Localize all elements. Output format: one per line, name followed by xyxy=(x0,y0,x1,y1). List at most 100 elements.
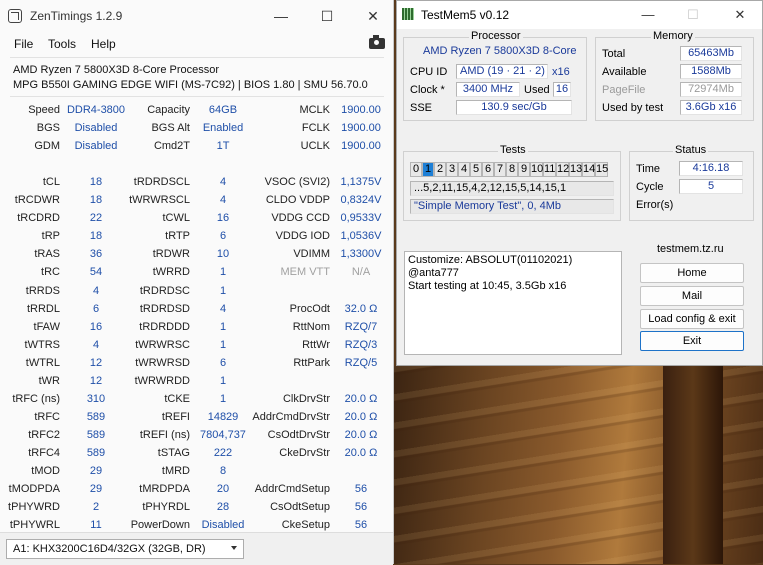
exit-button[interactable]: Exit xyxy=(640,331,744,351)
test-cell: 7 xyxy=(494,162,506,177)
test-cell: 1 xyxy=(422,162,434,177)
timing-value: N/A xyxy=(351,266,371,278)
time-field: 4:16.18 xyxy=(679,161,743,176)
timing-value: 12 xyxy=(89,357,103,369)
timing-label: tWTRS xyxy=(24,339,60,351)
timing-value: RZQ/5 xyxy=(344,357,378,369)
status-heading: Status xyxy=(673,144,709,156)
timing-value: RZQ/7 xyxy=(344,321,378,333)
timing-label: AddrCmdDrvStr xyxy=(252,411,330,423)
zentimings-title: ZenTimings 1.2.9 xyxy=(30,9,123,23)
timing-label: AddrCmdSetup xyxy=(254,483,330,495)
divider xyxy=(10,57,384,58)
load-config-button[interactable]: Load config & exit xyxy=(640,309,744,329)
close-button[interactable]: ✕ xyxy=(362,6,384,26)
test-cell: 9 xyxy=(518,162,530,177)
menu-help[interactable]: Help xyxy=(91,37,116,51)
timing-value: 4 xyxy=(219,176,227,188)
timing-value: 28 xyxy=(216,501,230,513)
testmem-window: TestMem5 v0.12 — ☐ ✕ Processor AMD Ryzen… xyxy=(396,0,763,366)
timing-value: 56 xyxy=(354,483,368,495)
timing-label: PowerDown xyxy=(130,519,190,531)
timing-value: 20.0 Ω xyxy=(344,411,378,423)
timing-value: 20.0 Ω xyxy=(344,447,378,459)
timing-label: tWRWRSD xyxy=(135,357,190,369)
minimize-button[interactable]: — xyxy=(637,6,659,24)
timing-label: tPHYWRL xyxy=(9,519,60,531)
site-label: testmem.tz.ru xyxy=(657,243,724,255)
test-cell: 8 xyxy=(506,162,518,177)
timing-value: 1 xyxy=(219,375,227,387)
timing-value: 20.0 Ω xyxy=(344,429,378,441)
sse-field: 130.9 sec/Gb xyxy=(456,100,572,115)
test-cell: 5 xyxy=(470,162,482,177)
timing-value: 10 xyxy=(216,248,230,260)
zentimings-titlebar[interactable]: ZenTimings 1.2.9 — ☐ ✕ xyxy=(0,0,393,32)
timing-value: 7804,737 xyxy=(200,429,246,441)
timing-label: tWRWRSC xyxy=(135,339,190,351)
timing-value: 1900.00 xyxy=(341,140,381,152)
dimm-select-value: A1: KHX3200C16D4/32GX (32GB, DR) xyxy=(13,543,206,555)
test-config: "Simple Memory Test", 0, 4Mb xyxy=(410,199,614,214)
timing-value: 12 xyxy=(89,375,103,387)
testmem-titlebar[interactable]: TestMem5 v0.12 — ☐ ✕ xyxy=(397,1,762,29)
close-button[interactable]: ✕ xyxy=(729,6,751,24)
log-line: Customize: ABSOLUT(01102021) @anta777 xyxy=(408,254,573,279)
timing-label: tRCDWR xyxy=(14,194,60,206)
zentimings-window: ZenTimings 1.2.9 — ☐ ✕ File Tools Help A… xyxy=(0,0,394,565)
timing-value: 18 xyxy=(89,176,103,188)
timing-value: 1 xyxy=(219,266,227,278)
timing-value: 56 xyxy=(354,501,368,513)
timing-value: 29 xyxy=(89,483,103,495)
clock-field: 3400 MHz xyxy=(456,82,520,97)
timing-value: 0,9533V xyxy=(340,212,382,224)
used-by-test-label: Used by test xyxy=(602,102,664,114)
dimm-select[interactable]: A1: KHX3200C16D4/32GX (32GB, DR) xyxy=(6,539,244,559)
timing-label: tWRWRDD xyxy=(134,375,190,387)
timing-value: 16 xyxy=(89,321,103,333)
timing-label: tRRDS xyxy=(25,285,60,297)
timing-value: 36 xyxy=(89,248,103,260)
timing-value: 1 xyxy=(219,321,227,333)
memory-available-field: 1588Mb xyxy=(680,64,742,79)
timing-value: 6 xyxy=(92,303,100,315)
timing-value: 20 xyxy=(216,483,230,495)
timing-value: 310 xyxy=(86,393,106,405)
home-button[interactable]: Home xyxy=(640,263,744,283)
timing-value: 4 xyxy=(219,194,227,206)
testmem-app-icon xyxy=(402,8,414,20)
timing-value: 6 xyxy=(219,357,227,369)
board-info: MPG B550I GAMING EDGE WIFI (MS-7C92) | B… xyxy=(13,79,368,91)
timing-label: tMODPDA xyxy=(8,483,60,495)
minimize-button[interactable]: — xyxy=(270,6,292,26)
menu-tools[interactable]: Tools xyxy=(48,37,76,51)
log-box[interactable]: Customize: ABSOLUT(01102021) @anta777 St… xyxy=(404,251,622,355)
timing-label: tWTRL xyxy=(25,357,60,369)
timing-value: 32.0 Ω xyxy=(344,303,378,315)
timing-value: 589 xyxy=(86,429,106,441)
clock-label: Clock * xyxy=(410,84,445,96)
camera-icon[interactable] xyxy=(369,35,385,49)
used-by-test-field: 3.6Gb x16 xyxy=(680,100,742,115)
menu-file[interactable]: File xyxy=(14,37,33,51)
test-cell: 14 xyxy=(582,162,596,177)
cpu-name: AMD Ryzen 7 5800X3D 8-Core Processor xyxy=(13,64,220,76)
timing-value: 14829 xyxy=(207,411,239,423)
timing-value: 2 xyxy=(92,501,100,513)
test-cell: 4 xyxy=(458,162,470,177)
pagefile-label: PageFile xyxy=(602,84,646,96)
zentimings-app-icon xyxy=(8,9,22,23)
test-cell: 6 xyxy=(482,162,494,177)
testmem-title: TestMem5 v0.12 xyxy=(421,8,510,22)
timing-value: Disabled xyxy=(74,140,118,152)
cycle-label: Cycle xyxy=(636,181,664,193)
maximize-button[interactable]: ☐ xyxy=(682,6,704,24)
wallpaper-rail xyxy=(663,366,723,564)
mail-button[interactable]: Mail xyxy=(640,286,744,306)
timing-value: 4 xyxy=(92,285,100,297)
test-cell: 0 xyxy=(410,162,422,177)
timing-value: 1 xyxy=(219,285,227,297)
time-label: Time xyxy=(636,163,661,175)
test-cell: 11 xyxy=(543,162,556,177)
maximize-button[interactable]: ☐ xyxy=(316,6,338,26)
